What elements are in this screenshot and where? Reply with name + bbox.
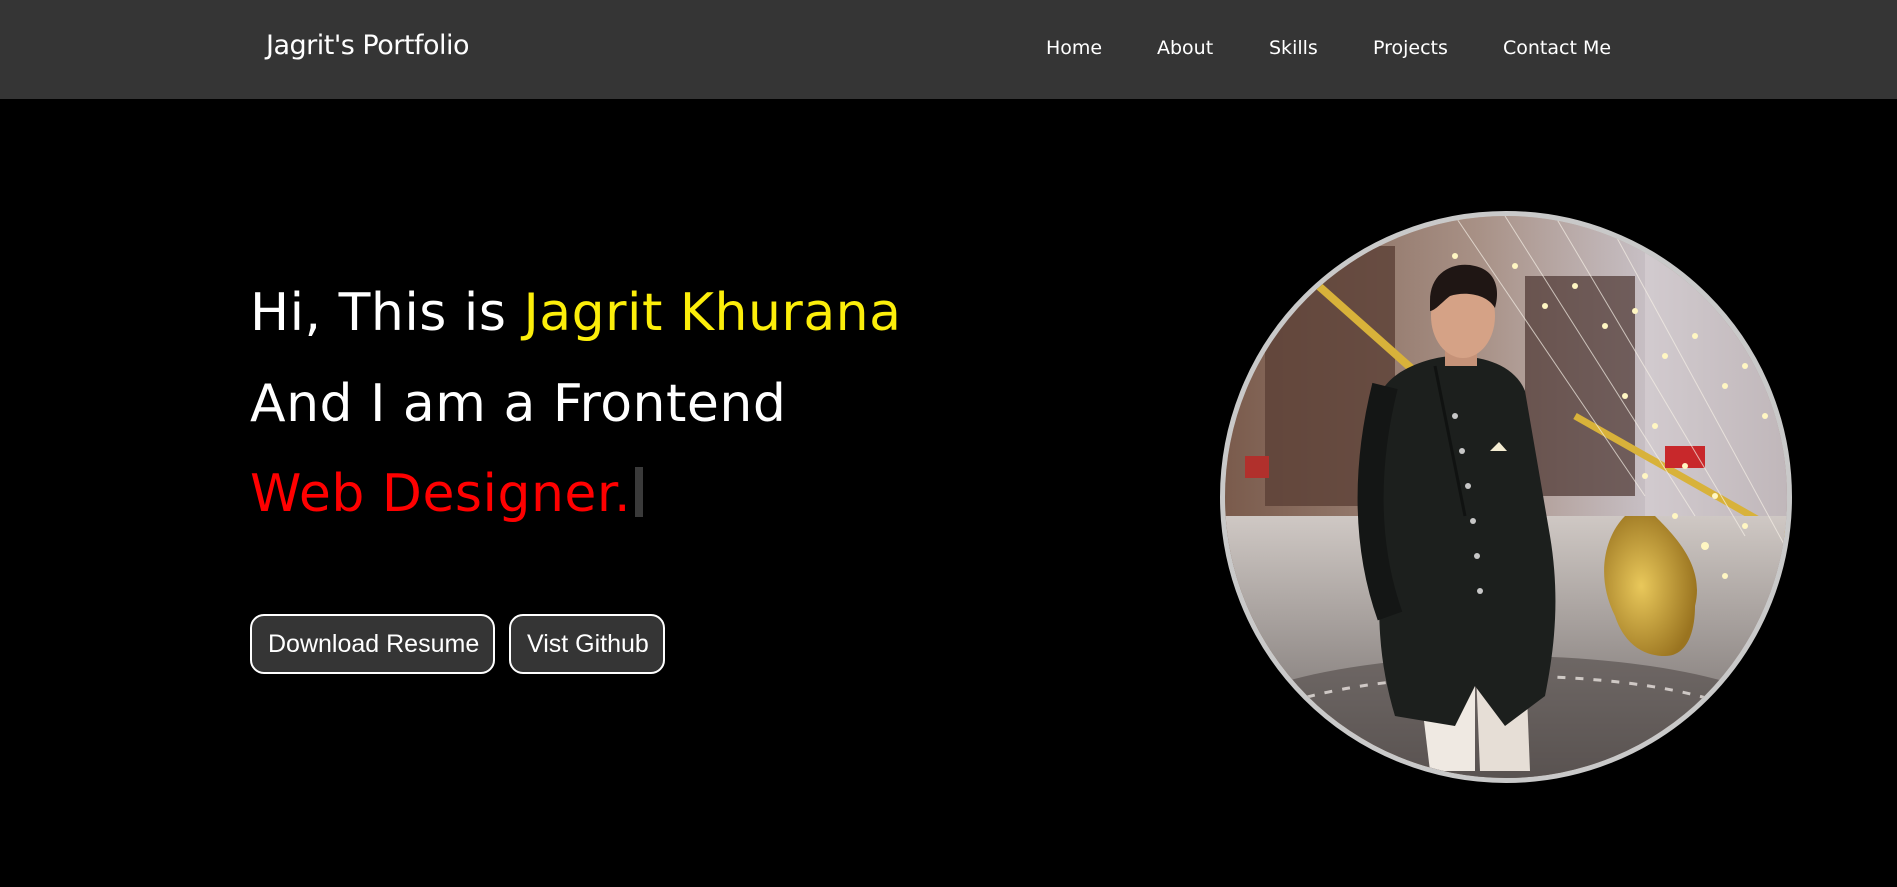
profile-photo-illustration — [1225, 216, 1787, 778]
hero-greeting-prefix: Hi, This is — [250, 283, 524, 343]
hero-greeting: Hi, This is Jagrit Khurana — [250, 283, 902, 343]
profile-photo — [1220, 211, 1792, 783]
site-brand[interactable]: Jagrit's Portfolio — [266, 30, 469, 61]
nav-link-projects[interactable]: Projects — [1373, 37, 1448, 59]
nav-link-skills[interactable]: Skills — [1269, 37, 1318, 59]
typing-cursor — [635, 467, 644, 517]
nav-link-contact-me[interactable]: Contact Me — [1503, 37, 1611, 59]
hero-role: Web Designer. — [250, 464, 644, 524]
nav-link-about[interactable]: About — [1157, 37, 1213, 59]
hero-intro: And I am a Frontend — [250, 374, 787, 434]
visit-github-button[interactable]: Vist Github — [509, 614, 665, 674]
hero-name: Jagrit Khurana — [523, 283, 902, 343]
nav-link-home[interactable]: Home — [1046, 37, 1102, 59]
navbar: Jagrit's Portfolio Home About Skills Pro… — [0, 0, 1897, 99]
hero-role-text: Web Designer. — [250, 464, 632, 524]
download-resume-button[interactable]: Download Resume — [250, 614, 495, 674]
